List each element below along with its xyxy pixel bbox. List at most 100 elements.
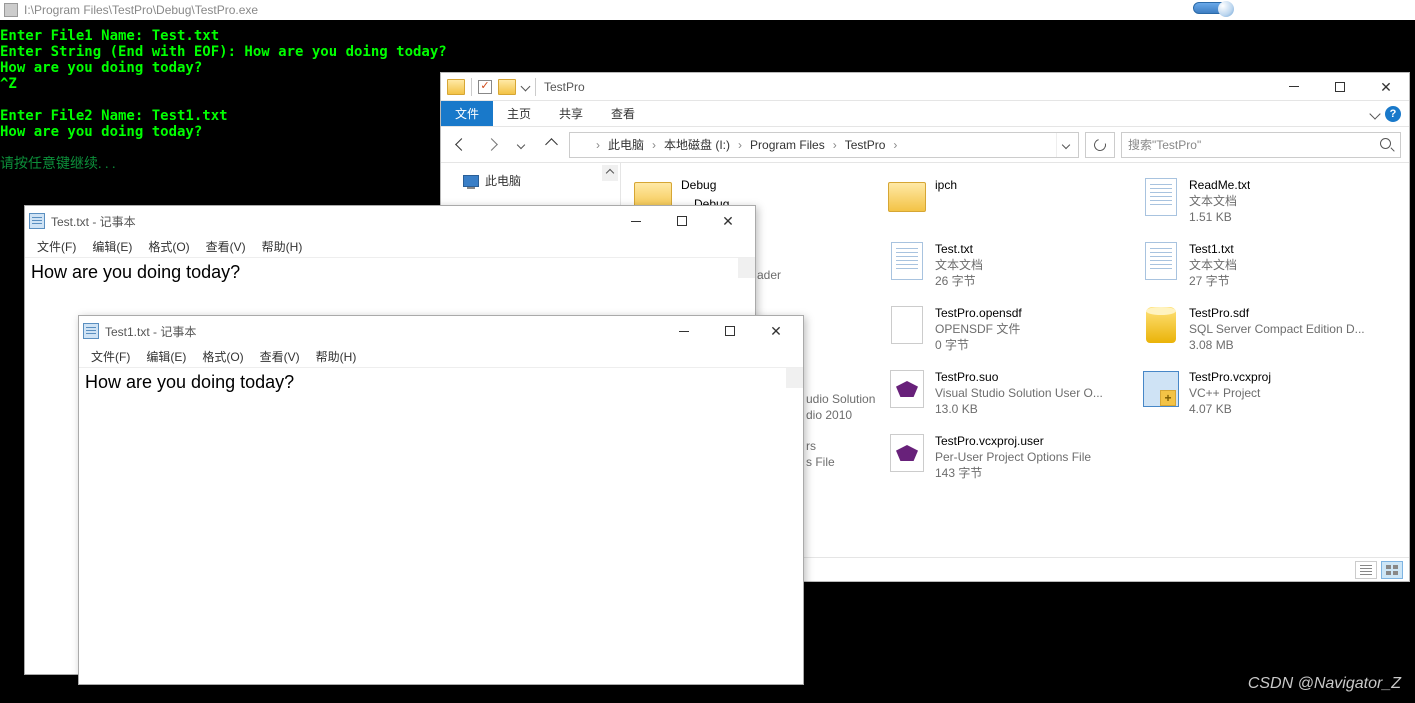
- help-button[interactable]: ?: [1385, 106, 1401, 122]
- file-size: 4.07 KB: [1189, 401, 1271, 417]
- menu-view[interactable]: 查看(V): [200, 236, 252, 257]
- nav-forward-button[interactable]: [479, 133, 503, 157]
- notepad-title: Test1.txt - 记事本: [105, 323, 196, 340]
- console-app-icon: [4, 3, 18, 17]
- menu-edit[interactable]: 编辑(E): [140, 346, 192, 367]
- file-item[interactable]: TestPro.sdfSQL Server Compact Edition D.…: [1137, 301, 1387, 363]
- file-type: 文本文档: [1189, 257, 1237, 273]
- file-type: VC++ Project: [1189, 385, 1271, 401]
- file-name: TestPro.opensdf: [935, 305, 1022, 321]
- close-button[interactable]: ✕: [1363, 73, 1409, 101]
- menu-help[interactable]: 帮助(H): [256, 236, 309, 257]
- menu-file[interactable]: 文件(F): [85, 346, 136, 367]
- vs-icon: [887, 433, 927, 473]
- peek-sln-line1: udio Solution: [806, 391, 875, 407]
- breadcrumb[interactable]: Program Files: [746, 138, 829, 152]
- tab-share[interactable]: 共享: [545, 101, 597, 126]
- address-bar[interactable]: › 此电脑 › 本地磁盘 (I:) › Program Files › Test…: [569, 132, 1079, 158]
- separator-icon: [471, 78, 472, 96]
- menu-edit[interactable]: 编辑(E): [86, 236, 138, 257]
- search-input[interactable]: 搜索"TestPro": [1121, 132, 1401, 158]
- minimize-button[interactable]: [613, 206, 659, 236]
- file-size: 143 字节: [935, 465, 1091, 481]
- navpane-this-pc[interactable]: 此电脑: [441, 169, 620, 192]
- peek-filters-line1: rs: [806, 438, 816, 454]
- refresh-icon: [1092, 136, 1108, 152]
- file-item[interactable]: Test1.txt文本文档27 字节: [1137, 237, 1387, 299]
- file-type: Visual Studio Solution User O...: [935, 385, 1103, 401]
- close-button[interactable]: ✕: [753, 316, 799, 346]
- maximize-button[interactable]: [1317, 73, 1363, 101]
- menu-file[interactable]: 文件(F): [31, 236, 82, 257]
- menu-help[interactable]: 帮助(H): [310, 346, 363, 367]
- breadcrumb[interactable]: 本地磁盘 (I:): [660, 136, 734, 153]
- file-size: 3.08 MB: [1189, 337, 1365, 353]
- notepad-titlebar[interactable]: Test1.txt - 记事本 ✕: [79, 316, 803, 346]
- scrollbar-up-button[interactable]: [738, 258, 755, 278]
- scroll-up-button[interactable]: [602, 165, 618, 181]
- scrollbar-up-button[interactable]: [786, 368, 803, 388]
- file-name: ipch: [935, 177, 957, 193]
- chevron-right-icon[interactable]: ›: [736, 138, 744, 152]
- tab-home[interactable]: 主页: [493, 101, 545, 126]
- quick-access-toolbar: ✓: [441, 73, 535, 100]
- notepad-titlebar[interactable]: Test.txt - 记事本 ✕: [25, 206, 755, 236]
- notepad-menu: 文件(F) 编辑(E) 格式(O) 查看(V) 帮助(H): [25, 236, 755, 258]
- file-item[interactable]: Test.txt文本文档26 字节: [883, 237, 1133, 299]
- file-type: OPENSDF 文件: [935, 321, 1022, 337]
- file-item[interactable]: ipch: [883, 173, 1133, 235]
- nav-back-button[interactable]: [449, 133, 473, 157]
- menu-view[interactable]: 查看(V): [254, 346, 306, 367]
- text-icon: [887, 241, 927, 281]
- minimize-button[interactable]: [661, 316, 707, 346]
- file-name: TestPro.suo: [935, 369, 1103, 385]
- qat-properties-button[interactable]: ✓: [478, 80, 492, 94]
- chevron-right-icon[interactable]: ›: [891, 138, 899, 152]
- text-icon: [1141, 241, 1181, 281]
- console-title: I:\Program Files\TestPro\Debug\TestPro.e…: [24, 3, 258, 17]
- file-name: Test.txt: [935, 241, 983, 257]
- nav-recent-dropdown[interactable]: [509, 133, 533, 157]
- notepad-app-icon: [29, 213, 45, 229]
- maximize-button[interactable]: [707, 316, 753, 346]
- peek-filters-line2: s File: [806, 454, 835, 470]
- chevron-right-icon[interactable]: ›: [650, 138, 658, 152]
- notepad-text-area[interactable]: How are you doing today?: [79, 368, 803, 684]
- folder-icon[interactable]: [498, 79, 516, 95]
- minimize-button[interactable]: [1271, 73, 1317, 101]
- breadcrumb[interactable]: 此电脑: [604, 136, 648, 153]
- breadcrumb[interactable]: TestPro: [841, 138, 890, 152]
- file-item[interactable]: ReadMe.txt文本文档1.51 KB: [1137, 173, 1387, 235]
- nav-up-button[interactable]: [539, 133, 563, 157]
- file-size: 1.51 KB: [1189, 209, 1250, 225]
- chevron-right-icon[interactable]: ›: [594, 138, 602, 152]
- chevron-right-icon[interactable]: ›: [831, 138, 839, 152]
- file-name: TestPro.vcxproj.user: [935, 433, 1091, 449]
- file-item[interactable]: TestPro.vcxproj.userPer-User Project Opt…: [883, 429, 1133, 491]
- text-icon: [1141, 177, 1181, 217]
- explorer-titlebar[interactable]: ✓ TestPro ✕: [441, 73, 1409, 101]
- file-item[interactable]: TestPro.suoVisual Studio Solution User O…: [883, 365, 1133, 427]
- view-details-button[interactable]: [1355, 561, 1377, 579]
- file-item[interactable]: TestPro.vcxprojVC++ Project4.07 KB: [1137, 365, 1387, 427]
- menu-format[interactable]: 格式(O): [196, 346, 249, 367]
- tab-view[interactable]: 查看: [597, 101, 649, 126]
- view-tiles-button[interactable]: [1381, 561, 1403, 579]
- refresh-button[interactable]: [1085, 132, 1115, 158]
- vcx-icon: [1141, 369, 1181, 409]
- address-dropdown-button[interactable]: [1056, 133, 1074, 157]
- search-icon: [1380, 138, 1394, 152]
- tab-file[interactable]: 文件: [441, 101, 493, 126]
- search-placeholder: 搜索"TestPro": [1128, 136, 1201, 153]
- qat-dropdown-icon[interactable]: [521, 82, 531, 92]
- maximize-button[interactable]: [659, 206, 705, 236]
- file-name: TestPro.vcxproj: [1189, 369, 1271, 385]
- menu-format[interactable]: 格式(O): [142, 236, 195, 257]
- close-button[interactable]: ✕: [705, 206, 751, 236]
- ribbon-collapse-icon[interactable]: [1369, 108, 1380, 119]
- file-name: TestPro.sdf: [1189, 305, 1365, 321]
- notepad-menu: 文件(F) 编辑(E) 格式(O) 查看(V) 帮助(H): [79, 346, 803, 368]
- folder-icon: [887, 177, 927, 217]
- file-item[interactable]: TestPro.opensdfOPENSDF 文件0 字节: [883, 301, 1133, 363]
- file-size: 13.0 KB: [935, 401, 1103, 417]
